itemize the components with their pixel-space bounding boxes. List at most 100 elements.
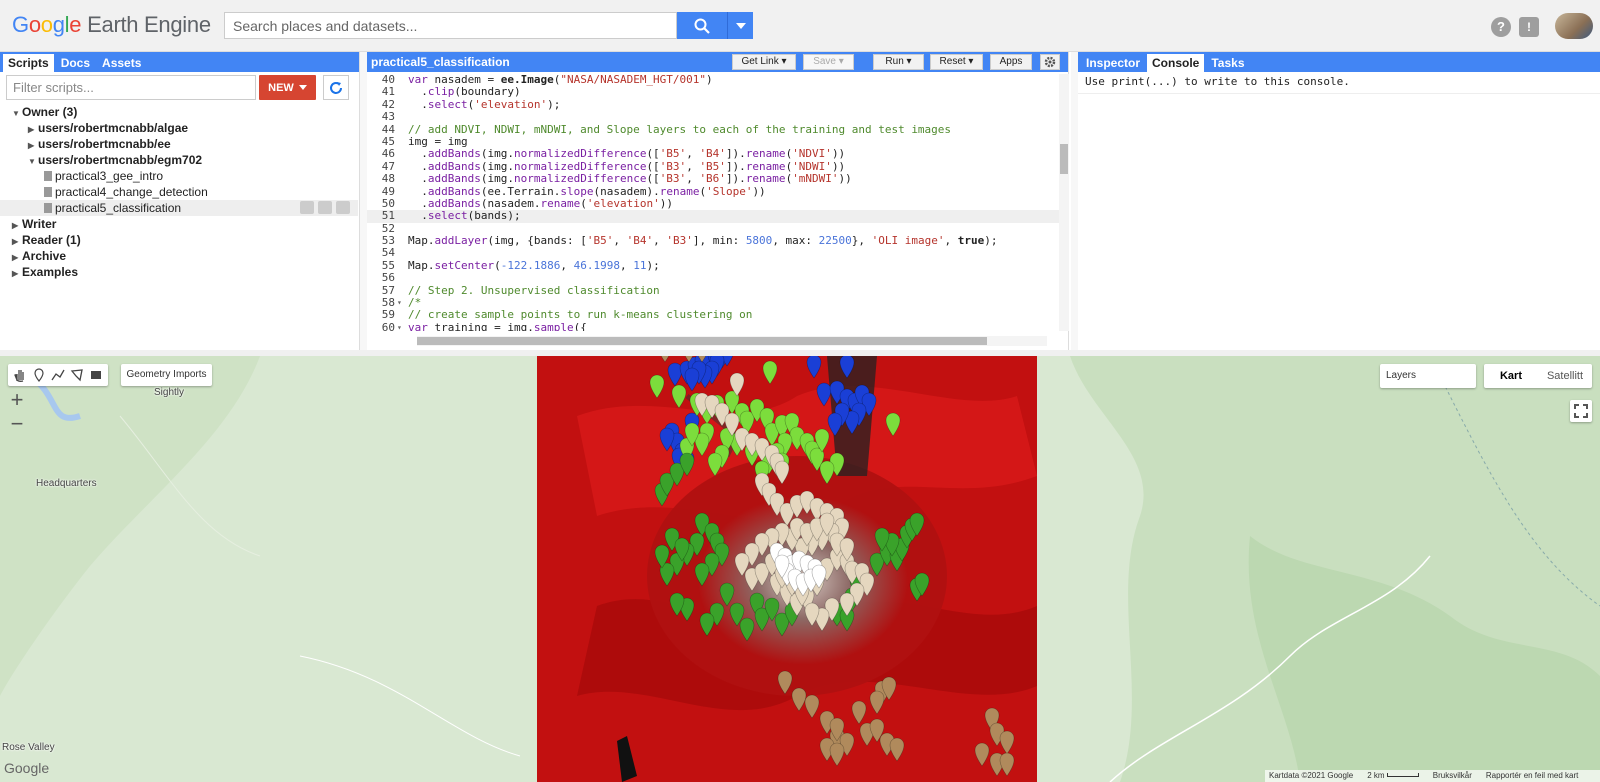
map-footer: Kartdata ©2021 Google 2 km Bruksvilkår R… [1265, 770, 1600, 782]
tab-inspector[interactable]: Inspector [1081, 54, 1145, 72]
chevron-down-icon [298, 85, 307, 90]
reset-button[interactable]: Reset ▾ [930, 54, 983, 70]
apps-label: Apps [999, 56, 1023, 67]
script-folder-item[interactable]: ▶ Writer [0, 216, 358, 232]
report-map-error-link[interactable]: Rapportér en feil med kart [1486, 770, 1579, 782]
script-file-item[interactable]: practical3_gee_intro [0, 168, 358, 184]
script-folder-item[interactable]: ▶ users/robertmcnabb/algae [0, 120, 358, 136]
editor-horizontal-scrollbar[interactable] [417, 336, 1047, 346]
script-folder-item[interactable]: ▼ Owner (3) [0, 104, 358, 120]
right-splitter[interactable] [1071, 52, 1078, 350]
geometry-imports-button[interactable]: Geometry Imports [121, 364, 212, 386]
search-box[interactable] [224, 12, 677, 39]
caret-right-icon[interactable]: ▶ [12, 266, 22, 282]
feedback-icon[interactable]: ! [1519, 17, 1539, 37]
run-button[interactable]: Run ▾ [873, 54, 924, 70]
editor-vertical-scrollbar[interactable] [1059, 74, 1069, 331]
code-line[interactable]: 51 .select(bands); [367, 209, 1059, 223]
fullscreen-button[interactable] [1570, 400, 1592, 422]
tree-item-label: Reader [22, 233, 63, 247]
tab-assets[interactable]: Assets [97, 54, 146, 72]
delete-icon[interactable] [336, 201, 350, 214]
editor-vertical-scroll-thumb[interactable] [1060, 144, 1068, 174]
map-type-satellite-button[interactable]: Satellitt [1538, 364, 1592, 388]
help-icon[interactable]: ? [1491, 17, 1511, 37]
code-line[interactable]: 59 // create sample points to run k-means… [367, 309, 1059, 322]
code-line[interactable]: 53 Map.addLayer(img, {bands: ['B5', 'B4',… [367, 234, 1059, 247]
map-attribution: Kartdata ©2021 Google [1269, 771, 1354, 780]
add-marker-icon[interactable] [32, 368, 46, 382]
drawing-tools [8, 364, 108, 386]
script-file-item[interactable]: practical4_change_detection [0, 184, 358, 200]
map-scale-label: 2 km [1367, 771, 1385, 780]
earth-engine-logo[interactable]: Google Earth Engine [12, 12, 211, 38]
fold-arrow-icon[interactable]: ▾ [397, 322, 405, 331]
new-script-button[interactable]: NEW [259, 75, 316, 100]
code-area[interactable]: 40 var nasadem = ee.Image("NASA/NASADEM_H… [367, 74, 1059, 331]
edit-icon[interactable] [318, 201, 332, 214]
left-panel-tabs: Scripts Docs Assets [0, 52, 359, 72]
search-dropdown-button[interactable] [727, 12, 753, 39]
tree-item-label: practical5_classification [55, 201, 182, 215]
refresh-button[interactable] [323, 75, 349, 100]
save-button[interactable]: Save ▾ [803, 54, 854, 70]
tab-console[interactable]: Console [1147, 54, 1205, 72]
zoom-in-button[interactable]: + [6, 389, 28, 412]
search-button[interactable] [677, 12, 727, 39]
script-folder-item[interactable]: ▶ Examples [0, 264, 358, 280]
sample-point-marker [739, 617, 755, 642]
zoom-out-button[interactable]: − [6, 413, 28, 436]
search-input[interactable] [225, 13, 676, 38]
code-line[interactable]: 44// add NDVI, NDWI, mNDWI, and Slope la… [367, 123, 1059, 136]
tree-item-label: Examples [22, 265, 79, 279]
script-folder-item[interactable]: ▼ users/robertmcnabb/egm702 [0, 152, 358, 168]
sample-point-marker [671, 384, 687, 409]
code-line[interactable]: 55 Map.setCenter(-122.1886, 46.1998, 11); [367, 259, 1059, 272]
sample-point-marker [869, 690, 885, 715]
code-text: .select('elevation'); [408, 97, 561, 111]
code-line[interactable]: 42 .select('elevation'); [367, 97, 1059, 111]
left-splitter[interactable] [360, 52, 367, 350]
right-panel-tabs: Inspector Console Tasks [1078, 52, 1600, 72]
draw-rectangle-icon[interactable] [89, 368, 103, 382]
code-line[interactable]: 60 ▾ var training = img.sample({ [367, 321, 1059, 331]
script-file-item[interactable]: practical5_classification [0, 200, 358, 216]
editor-toolbar: practical5_classification Get Link ▾ Sav… [367, 52, 1068, 72]
draw-line-icon[interactable] [51, 368, 65, 382]
tab-docs[interactable]: Docs [56, 54, 95, 72]
history-icon[interactable] [300, 201, 314, 214]
map-view[interactable]: Geometry Imports + − Sightly Headquarter… [0, 356, 1600, 782]
code-text: // Step 2. Unsupervised classification [408, 283, 660, 297]
avatar[interactable] [1555, 13, 1593, 39]
code-line[interactable]: 41 .clip(boundary) [367, 85, 1059, 99]
terms-link[interactable]: Bruksvilkår [1433, 770, 1472, 782]
map-type-kart-button[interactable]: Kart [1484, 364, 1538, 388]
tab-tasks[interactable]: Tasks [1206, 54, 1249, 72]
script-folder-item[interactable]: ▶ Reader (1) [0, 232, 358, 248]
line-number: 41 [381, 85, 395, 99]
tab-scripts[interactable]: Scripts [3, 54, 54, 72]
settings-button[interactable] [1040, 54, 1060, 70]
line-number: 56 [381, 271, 395, 285]
code-line[interactable]: 57// Step 2. Unsupervised classification [367, 283, 1059, 297]
training-points-layer [649, 356, 1015, 777]
pan-hand-icon[interactable] [13, 368, 27, 382]
filter-scripts-box[interactable] [6, 75, 256, 100]
layers-control[interactable]: Layers [1380, 364, 1476, 388]
script-folder-item[interactable]: ▶ users/robertmcnabb/ee [0, 136, 358, 152]
code-text: .select(bands); [408, 209, 521, 223]
draw-polygon-icon[interactable] [70, 368, 84, 382]
editor-horizontal-scroll-thumb[interactable] [417, 337, 987, 345]
get-link-button[interactable]: Get Link ▾ [732, 54, 796, 70]
sample-point-marker [999, 752, 1015, 777]
fold-arrow-icon[interactable]: ▾ [397, 297, 405, 309]
script-folder-item[interactable]: ▶ Archive [0, 248, 358, 264]
filter-scripts-input[interactable] [7, 76, 255, 99]
apps-button[interactable]: Apps [990, 54, 1032, 70]
line-number: 51 [381, 209, 395, 223]
